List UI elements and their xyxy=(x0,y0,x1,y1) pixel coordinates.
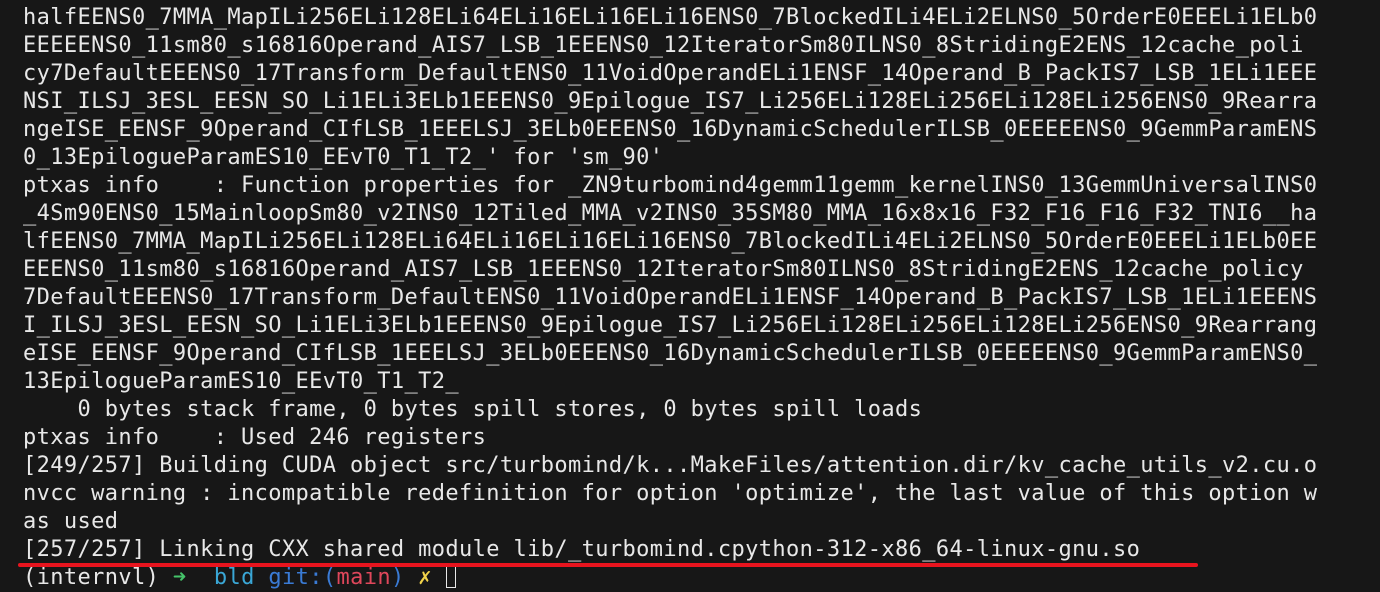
output-line: ngeISE_EENSF_9Operand_CIfLSB_1EEELSJ_3EL… xyxy=(23,117,1318,142)
link-output-line: [257/257] Linking CXX shared module lib/… xyxy=(23,537,1141,562)
prompt-arrow-icon: ➜ xyxy=(172,565,187,590)
prompt-git-label: git:( xyxy=(268,565,337,590)
prompt-directory: bld xyxy=(213,565,255,590)
output-line: [249/257] Building CUDA object src/turbo… xyxy=(23,453,1318,478)
output-line: EEENS0_11sm80_s16816Operand_AIS7_LSB_1EE… xyxy=(23,257,1304,282)
output-line: _4Sm90ENS0_15MainloopSm80_v2INS0_12Tiled… xyxy=(23,201,1318,226)
output-line: nvcc warning : incompatible redefinition… xyxy=(23,481,1318,506)
output-line: ptxas info : Used 246 registers xyxy=(23,425,487,450)
output-line: cy7DefaultEEENS0_17Transform_DefaultENS0… xyxy=(23,61,1318,86)
highlight-underline xyxy=(18,563,1198,567)
output-line: EEEEENS0_11sm80_s16816Operand_AIS7_LSB_1… xyxy=(23,33,1304,58)
output-line: 0 bytes stack frame, 0 bytes spill store… xyxy=(23,397,923,422)
output-line: lfEENS0_7MMA_MapILi256ELi128ELi64ELi16EL… xyxy=(23,229,1318,254)
shell-prompt[interactable]: (internvl) ➜ bld git:(main) ✗ xyxy=(23,564,1380,592)
output-line: as used xyxy=(23,509,119,534)
terminal-window[interactable]: halfEENS0_7MMA_MapILi256ELi128ELi64ELi16… xyxy=(0,0,1380,590)
output-line: halfEENS0_7MMA_MapILi256ELi128ELi64ELi16… xyxy=(23,5,1318,30)
prompt-env: (internvl) xyxy=(23,565,160,590)
output-line: ptxas info : Function properties for _ZN… xyxy=(23,173,1318,198)
prompt-git-branch: main xyxy=(336,565,391,590)
prompt-git-close: ) xyxy=(391,565,405,590)
output-line: I_ILSJ_3ESL_EESN_SO_Li1ELi3ELb1EEENS0_9E… xyxy=(23,313,1318,338)
output-line: 13EpilogueParamES10_EEvT0_T1_T2_ xyxy=(23,369,460,394)
output-line: 0_13EpilogueParamES10_EEvT0_T1_T2_' for … xyxy=(23,145,664,170)
text-cursor[interactable] xyxy=(445,566,456,588)
output-line: eISE_EENSF_9Operand_CIfLSB_1EEELSJ_3ELb0… xyxy=(23,341,1318,366)
output-line: NSI_ILSJ_3ESL_EESN_SO_Li1ELi3ELb1EEENS0_… xyxy=(23,89,1318,114)
output-line: 7DefaultEEENS0_17Transform_DefaultENS0_1… xyxy=(23,285,1318,310)
prompt-dirty-icon: ✗ xyxy=(418,565,432,590)
